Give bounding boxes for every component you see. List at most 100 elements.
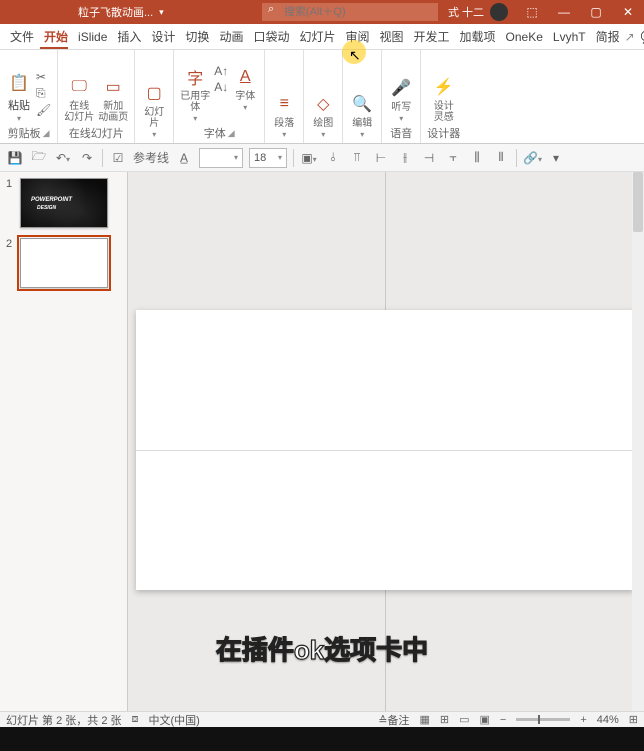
document-title[interactable]: 粒子飞散动画... ▾ — [78, 4, 164, 20]
used-font-button[interactable]: 字 已用字 体 ▾ — [180, 64, 210, 123]
voice-group-label: 语音 — [390, 125, 412, 141]
editing-button[interactable]: 🔍 编辑 ▾ — [349, 91, 375, 139]
link-icon[interactable]: 🔗▾ — [523, 151, 541, 165]
zoom-out-icon[interactable]: − — [500, 714, 506, 726]
chevron-down-icon[interactable]: ▾ — [152, 130, 156, 139]
language-label[interactable]: 中文(中国) — [149, 712, 200, 728]
chevron-down-icon[interactable]: ▾ — [17, 114, 21, 123]
chevron-down-icon[interactable]: ▾ — [360, 130, 364, 139]
increase-font-icon[interactable]: A↑ — [214, 64, 228, 78]
tab-lvyh[interactable]: LvyhT — [548, 24, 591, 49]
avatar[interactable] — [490, 3, 508, 21]
tab-pocket[interactable]: 口袋动 — [248, 24, 294, 49]
drawing-button[interactable]: ◇ 绘图 ▾ — [310, 91, 336, 139]
copy-icon[interactable]: ⎘ — [36, 86, 51, 101]
online-slides-button[interactable]: 🖵 在线 幻灯片 — [64, 74, 94, 123]
font-family-combo[interactable]: ▾ — [199, 148, 243, 168]
title-bar: 粒子飞散动画... ▾ ⌕ 式 十二 ⬚ — ▢ ✕ — [0, 0, 644, 24]
paragraph-button[interactable]: ≡ 段落 ▾ — [271, 91, 297, 139]
notes-button[interactable]: ≙备注 — [378, 712, 409, 728]
group-paragraph: ≡ 段落 ▾ — [265, 50, 304, 143]
chevron-down-icon[interactable]: ▾ — [547, 151, 565, 165]
align-top-icon[interactable]: ⫪ — [348, 150, 366, 165]
chevron-down-icon[interactable]: ▾ — [243, 103, 247, 112]
decrease-font-icon[interactable]: A↓ — [214, 80, 228, 94]
chevron-down-icon[interactable]: ▾ — [321, 130, 325, 139]
dialog-launcher-icon[interactable]: ◢ — [43, 128, 50, 139]
thumbnail-1[interactable]: 1 POWERPOINT DESIGN — [0, 178, 127, 238]
chevron-down-icon[interactable]: ▾ — [282, 130, 286, 139]
align-middle-icon[interactable]: ⫟ — [444, 150, 462, 165]
tab-animation[interactable]: 动画 — [214, 24, 248, 49]
maximize-button[interactable]: ▢ — [580, 0, 612, 24]
fit-window-icon[interactable]: ⊞ — [629, 713, 638, 726]
zoom-level[interactable]: 44% — [597, 714, 619, 726]
tab-home[interactable]: 开始 — [39, 24, 73, 49]
text-box-icon[interactable]: A̲ — [175, 151, 193, 165]
redo-icon[interactable]: ↷ — [78, 151, 96, 165]
document-name: 粒子飞散动画... — [78, 4, 153, 20]
tab-view[interactable]: 视图 — [375, 24, 409, 49]
sorter-view-icon[interactable]: ⊞ — [440, 713, 449, 726]
new-slide-button[interactable]: ▢ 幻灯 片 ▾ — [141, 80, 167, 139]
folder-icon[interactable]: 🗁 — [30, 147, 48, 168]
tab-addins[interactable]: 加载项 — [455, 24, 501, 49]
accessibility-icon[interactable]: ⧈ — [132, 713, 139, 726]
design-ideas-button[interactable]: ⚡ 设计 灵感 — [431, 74, 457, 123]
align-left-icon[interactable]: ⊢ — [372, 151, 390, 165]
distribute-v-icon[interactable]: ⫴ — [492, 150, 510, 165]
distribute-h-icon[interactable]: ⫼ — [468, 150, 486, 165]
chevron-down-icon[interactable]: ▾ — [159, 7, 164, 18]
new-anim-label: 新加 动画页 — [98, 101, 128, 123]
zoom-slider[interactable] — [516, 718, 570, 721]
tab-islide[interactable]: iSlide — [73, 24, 112, 49]
shape-fill-icon[interactable]: ▣▾ — [300, 151, 318, 165]
undo-icon[interactable]: ↶▾ — [54, 151, 72, 165]
thumbnail-2[interactable]: 2 — [0, 238, 127, 298]
checkbox-icon[interactable]: ☑ — [109, 151, 127, 165]
video-subtitle: 在插件ok选项卡中 — [0, 630, 644, 667]
tab-onekey[interactable]: OneKe — [501, 24, 548, 49]
user-area[interactable]: 式 十二 — [448, 3, 508, 21]
scroll-thumb[interactable] — [633, 172, 643, 232]
minimize-button[interactable]: — — [548, 0, 580, 24]
tray-button[interactable]: ⬚ — [516, 0, 548, 24]
slide-thumbnail[interactable]: POWERPOINT DESIGN — [20, 178, 108, 228]
slideshow-view-icon[interactable]: ▣ — [479, 713, 489, 726]
close-button[interactable]: ✕ — [612, 0, 644, 24]
guides-label[interactable]: 参考线 — [133, 149, 169, 166]
horizontal-guide — [136, 450, 634, 451]
tab-slideshow[interactable]: 幻灯片 — [294, 24, 340, 49]
paste-button[interactable]: 📋 粘贴 ▾ — [6, 70, 32, 123]
group-online-slides: 🖵 在线 幻灯片 ▭ 新加 动画页 在线幻灯片 — [58, 50, 135, 143]
dialog-launcher-icon[interactable]: ◢ — [228, 128, 235, 139]
search-icon: ⌕ — [268, 3, 274, 16]
share-icon[interactable]: ↗ — [625, 30, 635, 44]
reading-view-icon[interactable]: ▭ — [459, 713, 469, 726]
save-icon[interactable]: 💾 — [6, 151, 24, 165]
zoom-in-icon[interactable]: + — [580, 714, 586, 726]
tab-design[interactable]: 设计 — [146, 24, 180, 49]
tab-review[interactable]: 审阅 — [340, 24, 374, 49]
search-input[interactable] — [262, 3, 438, 21]
slide-counter[interactable]: 幻灯片 第 2 张，共 2 张 — [6, 712, 122, 728]
tab-file[interactable]: 文件 — [0, 24, 39, 49]
normal-view-icon[interactable]: ▦ — [419, 713, 429, 726]
tab-developer[interactable]: 开发工 — [409, 24, 455, 49]
dictate-button[interactable]: 🎤 听写 ▾ — [388, 75, 414, 123]
align-bottom-icon[interactable]: ⫰ — [324, 150, 342, 165]
tab-insert[interactable]: 插入 — [112, 24, 146, 49]
tab-transition[interactable]: 切换 — [180, 24, 214, 49]
align-right-icon[interactable]: ⊣ — [420, 151, 438, 165]
align-center-h-icon[interactable]: ⫲ — [396, 150, 414, 165]
paragraph-label: 段落 — [274, 118, 294, 129]
font-size-combo[interactable]: 18▾ — [249, 148, 287, 168]
format-painter-icon[interactable]: 🖌 — [36, 103, 51, 117]
font-button[interactable]: A 字体 ▾ — [232, 64, 258, 123]
chevron-down-icon[interactable]: ▾ — [399, 114, 403, 123]
chevron-down-icon[interactable]: ▾ — [193, 114, 197, 123]
new-anim-button[interactable]: ▭ 新加 动画页 — [98, 74, 128, 123]
cut-icon[interactable]: ✂ — [36, 70, 51, 84]
tab-brief[interactable]: 简报 — [591, 24, 625, 49]
slide-thumbnail[interactable] — [20, 238, 108, 288]
